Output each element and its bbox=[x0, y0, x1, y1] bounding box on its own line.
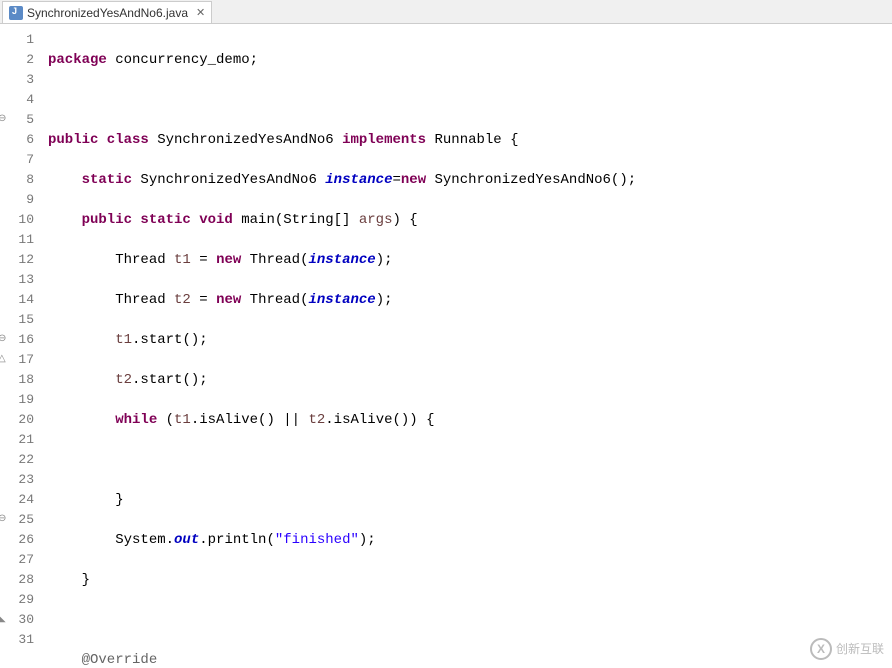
line-number bbox=[0, 650, 34, 668]
line-number: 6 bbox=[0, 130, 34, 150]
fold-icon[interactable]: ⊖ bbox=[0, 510, 6, 530]
line-number: 20 bbox=[0, 410, 34, 430]
line-number: 9 bbox=[0, 190, 34, 210]
editor-tab[interactable]: SynchronizedYesAndNo6.java ✕ bbox=[2, 1, 212, 23]
line-number: 14 bbox=[0, 290, 34, 310]
line-number: 23 bbox=[0, 470, 34, 490]
line-number: 18 bbox=[0, 370, 34, 390]
line-number: △17 bbox=[0, 350, 34, 370]
line-number: 11 bbox=[0, 230, 34, 250]
line-number: 24 bbox=[0, 490, 34, 510]
java-file-icon bbox=[9, 6, 23, 20]
watermark: X 创新互联 bbox=[810, 638, 884, 660]
code-area[interactable]: package concurrency_demo; public class S… bbox=[40, 24, 892, 668]
task-marker-icon: ◣ bbox=[0, 610, 6, 630]
line-number: 1 bbox=[0, 30, 34, 50]
line-number: ⊖16 bbox=[0, 330, 34, 350]
close-tab-icon[interactable]: ✕ bbox=[192, 6, 205, 19]
line-number: 15 bbox=[0, 310, 34, 330]
line-number: 10 bbox=[0, 210, 34, 230]
fold-icon[interactable]: ⊖ bbox=[0, 110, 6, 130]
line-number: 29 bbox=[0, 590, 34, 610]
line-number: 13 bbox=[0, 270, 34, 290]
line-number: 21 bbox=[0, 430, 34, 450]
tab-bar: SynchronizedYesAndNo6.java ✕ bbox=[0, 0, 892, 24]
line-number: 19 bbox=[0, 390, 34, 410]
editor: 1 2 3 4 ⊖5 6 7 8 9 10 11 12 13 14 15 ⊖16… bbox=[0, 24, 892, 668]
line-number: 7 bbox=[0, 150, 34, 170]
line-number: ⊖5 bbox=[0, 110, 34, 130]
line-number: 31 bbox=[0, 630, 34, 650]
fold-icon[interactable]: ⊖ bbox=[0, 330, 6, 350]
line-number: 12 bbox=[0, 250, 34, 270]
line-number: ⊖25 bbox=[0, 510, 34, 530]
override-marker-icon: △ bbox=[0, 350, 6, 370]
line-number: 22 bbox=[0, 450, 34, 470]
line-number: 28 bbox=[0, 570, 34, 590]
tab-filename-label: SynchronizedYesAndNo6.java bbox=[27, 6, 188, 20]
line-number-gutter: 1 2 3 4 ⊖5 6 7 8 9 10 11 12 13 14 15 ⊖16… bbox=[0, 24, 40, 668]
line-number: 8 bbox=[0, 170, 34, 190]
line-number: 26 bbox=[0, 530, 34, 550]
line-number: 3 bbox=[0, 70, 34, 90]
line-number: ◣30 bbox=[0, 610, 34, 630]
line-number: 4 bbox=[0, 90, 34, 110]
watermark-text: 创新互联 bbox=[836, 639, 884, 659]
line-number: 2 bbox=[0, 50, 34, 70]
line-number: 27 bbox=[0, 550, 34, 570]
watermark-icon: X bbox=[810, 638, 832, 660]
